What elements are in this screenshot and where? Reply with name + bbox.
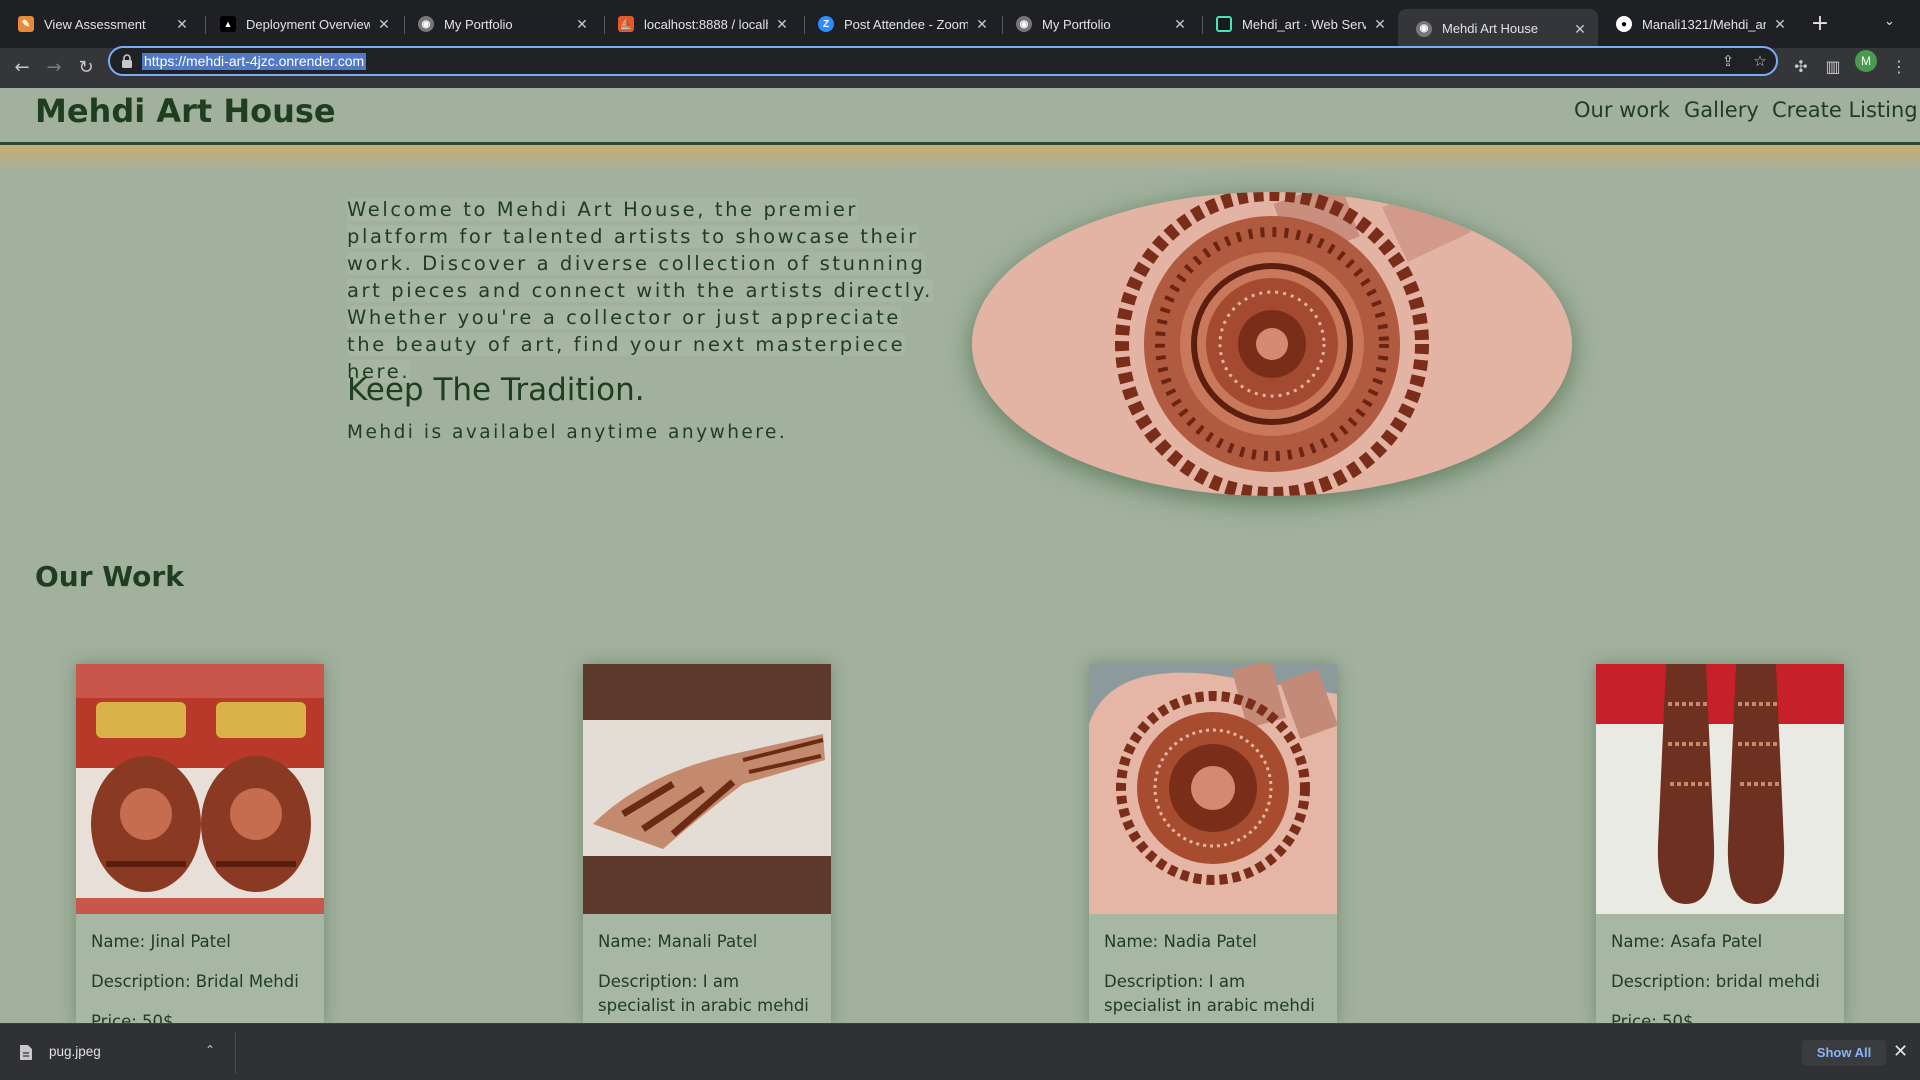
lock-icon [122, 54, 132, 68]
header-shadow [0, 145, 1920, 171]
reload-icon[interactable]: ↻ [74, 56, 98, 80]
card-image-bridal-arms [1596, 664, 1844, 914]
tab-my-portfolio[interactable]: ◉ My Portfolio ✕ [400, 9, 600, 39]
extensions-puzzle-icon[interactable]: ✣ [1790, 57, 1812, 76]
card-image-palm-mandala [1089, 664, 1337, 914]
tab-search-chevron-icon[interactable]: ⌄ [1884, 14, 1895, 29]
nav-our-work[interactable]: Our work [1574, 98, 1670, 122]
tab-close-icon[interactable]: ✕ [574, 16, 590, 32]
url-text[interactable]: https://mehdi-art-4jzc.onrender.com [142, 53, 367, 70]
tab-render-web-service[interactable]: Mehdi_art · Web Service ✕ [1198, 9, 1398, 39]
profile-avatar[interactable]: M [1855, 50, 1877, 72]
hero-heading: Keep The Tradition. [347, 372, 645, 408]
card-description: Description: bridal mehdi [1611, 972, 1820, 991]
tab-close-icon[interactable]: ✕ [1572, 21, 1588, 37]
artist-card[interactable]: Name: Manali Patel Description: I am spe… [583, 664, 831, 1024]
globe-favicon-icon: ◉ [1016, 16, 1032, 32]
share-icon[interactable]: ⇪ [1718, 52, 1738, 70]
tab-github[interactable]: ● Manali1321/Mehdi_art ✕ [1598, 9, 1798, 39]
tab-localhost[interactable]: ⛵ localhost:8888 / localhost ✕ [600, 9, 800, 39]
card-description: Description: I am specialist in arabic m… [1104, 972, 1315, 1015]
tab-close-icon[interactable]: ✕ [774, 16, 790, 32]
card-name: Name: Manali Patel [598, 932, 758, 951]
github-favicon-icon: ● [1616, 16, 1632, 32]
nav-create-listing[interactable]: Create Listing [1772, 98, 1918, 122]
card-name: Name: Nadia Patel [1104, 932, 1257, 951]
assessment-favicon-icon: ✎ [18, 16, 34, 32]
zoom-favicon-icon: Z [818, 16, 834, 32]
address-bar[interactable]: https://mehdi-art-4jzc.onrender.com ⇪ ☆ [108, 46, 1778, 76]
tab-close-icon[interactable]: ✕ [1372, 16, 1388, 32]
tab-close-icon[interactable]: ✕ [1772, 16, 1788, 32]
forward-arrow-icon[interactable]: → [42, 56, 66, 80]
card-name: Name: Asafa Patel [1611, 932, 1763, 951]
tab-close-icon[interactable]: ✕ [1172, 16, 1188, 32]
tab-view-assessment[interactable]: ✎ View Assessment ✕ [0, 9, 200, 39]
site-logo[interactable]: Mehdi Art House [35, 92, 336, 130]
card-image-arabic-hand [583, 664, 831, 914]
hero-intro: Welcome to Mehdi Art House, the premier … [347, 198, 933, 383]
downloads-bar: pug.jpeg ⌃ Show All ✕ [0, 1023, 1920, 1080]
tab-close-icon[interactable]: ✕ [174, 16, 190, 32]
card-image-bridal-hands [76, 664, 324, 914]
browser-tab-strip: ✎ View Assessment ✕ ▲ Deployment Overvie… [0, 0, 1920, 48]
tab-close-icon[interactable]: ✕ [974, 16, 990, 32]
kebab-menu-icon[interactable]: ⋮ [1888, 57, 1910, 76]
render-favicon-icon [1216, 16, 1232, 32]
artist-card[interactable]: Name: Asafa Patel Description: bridal me… [1596, 664, 1844, 1031]
tab-close-icon[interactable]: ✕ [376, 16, 392, 32]
tab-zoom[interactable]: Z Post Attendee - Zoom ✕ [800, 9, 1000, 39]
hero-mehndi-palm-image [972, 192, 1572, 496]
side-panel-icon[interactable]: ▥ [1822, 57, 1844, 76]
back-arrow-icon[interactable]: ← [10, 56, 34, 80]
card-description: Description: I am specialist in arabic m… [598, 972, 809, 1015]
our-work-heading: Our Work [35, 560, 184, 593]
close-icon[interactable]: ✕ [1893, 1041, 1908, 1062]
card-details: Name: Nadia Patel Description: I am spec… [1104, 930, 1326, 1034]
nav-gallery[interactable]: Gallery [1684, 98, 1759, 122]
phpmyadmin-favicon-icon: ⛵ [618, 16, 634, 32]
globe-favicon-icon: ◉ [418, 16, 434, 32]
bookmark-star-icon[interactable]: ☆ [1750, 52, 1770, 70]
tab-deployment-overview[interactable]: ▲ Deployment Overview ✕ [202, 9, 402, 39]
show-all-button[interactable]: Show All [1802, 1040, 1886, 1066]
downloads-divider [235, 1032, 236, 1074]
vercel-favicon-icon: ▲ [220, 16, 236, 32]
artist-card[interactable]: Name: Nadia Patel Description: I am spec… [1089, 664, 1337, 1024]
globe-favicon-icon: ◉ [1416, 20, 1432, 37]
new-tab-button[interactable]: + [1808, 12, 1832, 36]
card-details: Name: Manali Patel Description: I am spe… [598, 930, 820, 1034]
file-icon [20, 1045, 32, 1060]
tab-mehdi-art-house[interactable]: ◉ Mehdi Art House ✕ [1398, 9, 1598, 48]
artist-card[interactable]: Name: Jinal Patel Description: Bridal Me… [76, 664, 324, 1031]
chevron-up-icon[interactable]: ⌃ [205, 1043, 215, 1057]
tab-my-portfolio-2[interactable]: ◉ My Portfolio ✕ [998, 9, 1198, 39]
download-file-name[interactable]: pug.jpeg [49, 1044, 101, 1059]
hero-subheading: Mehdi is availabel anytime anywhere. [347, 422, 788, 443]
card-description: Description: Bridal Mehdi [91, 972, 299, 991]
card-name: Name: Jinal Patel [91, 932, 231, 951]
